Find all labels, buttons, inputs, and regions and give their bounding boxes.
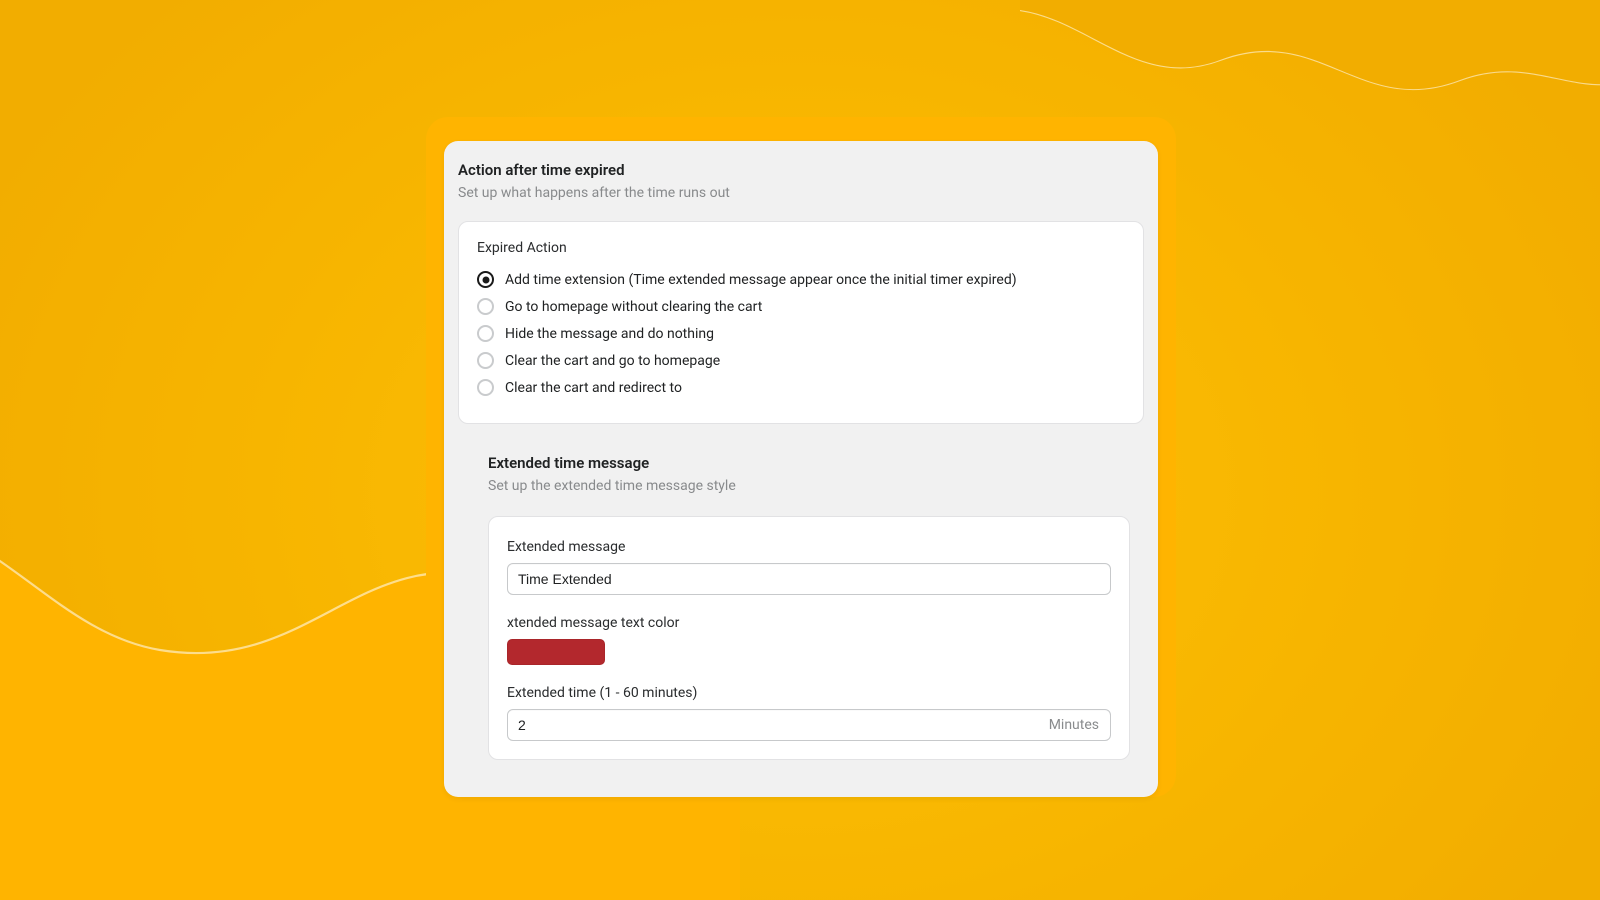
- extended-time-label: Extended time (1 - 60 minutes): [507, 685, 1111, 701]
- radio-label: Go to homepage without clearing the cart: [505, 299, 762, 315]
- extended-message-input[interactable]: [507, 563, 1111, 595]
- section-subtitle: Set up what happens after the time runs …: [458, 185, 1144, 201]
- extended-time-section: Extended time message Set up the extende…: [458, 424, 1144, 760]
- extended-message-label: Extended message: [507, 539, 1111, 555]
- radio-option-add-extension[interactable]: Add time extension (Time extended messag…: [477, 266, 1125, 293]
- extended-settings-card: Extended message xtended message text co…: [488, 516, 1130, 760]
- radio-option-hide-message[interactable]: Hide the message and do nothing: [477, 320, 1125, 347]
- extended-subtitle: Set up the extended time message style: [488, 478, 1130, 494]
- extended-time-input[interactable]: [507, 709, 1111, 741]
- radio-icon: [477, 271, 494, 288]
- radio-label: Clear the cart and go to homepage: [505, 353, 720, 369]
- radio-icon: [477, 325, 494, 342]
- radio-label: Clear the cart and redirect to: [505, 380, 682, 396]
- radio-label: Add time extension (Time extended messag…: [505, 272, 1017, 288]
- radio-icon: [477, 298, 494, 315]
- radio-option-clear-cart-homepage[interactable]: Clear the cart and go to homepage: [477, 347, 1125, 374]
- radio-icon: [477, 352, 494, 369]
- promo-card-frame: Action after time expired Set up what ha…: [426, 117, 1176, 797]
- radio-icon: [477, 379, 494, 396]
- extended-color-label: xtended message text color: [507, 615, 1111, 631]
- expired-action-label: Expired Action: [477, 240, 1125, 256]
- radio-option-go-homepage[interactable]: Go to homepage without clearing the cart: [477, 293, 1125, 320]
- radio-label: Hide the message and do nothing: [505, 326, 714, 342]
- radio-option-clear-cart-redirect[interactable]: Clear the cart and redirect to: [477, 374, 1125, 401]
- section-title: Action after time expired: [458, 161, 1144, 179]
- extended-title: Extended time message: [488, 454, 1130, 472]
- expired-action-card: Expired Action Add time extension (Time …: [458, 221, 1144, 424]
- settings-panel: Action after time expired Set up what ha…: [444, 141, 1158, 797]
- extended-color-swatch[interactable]: [507, 639, 605, 665]
